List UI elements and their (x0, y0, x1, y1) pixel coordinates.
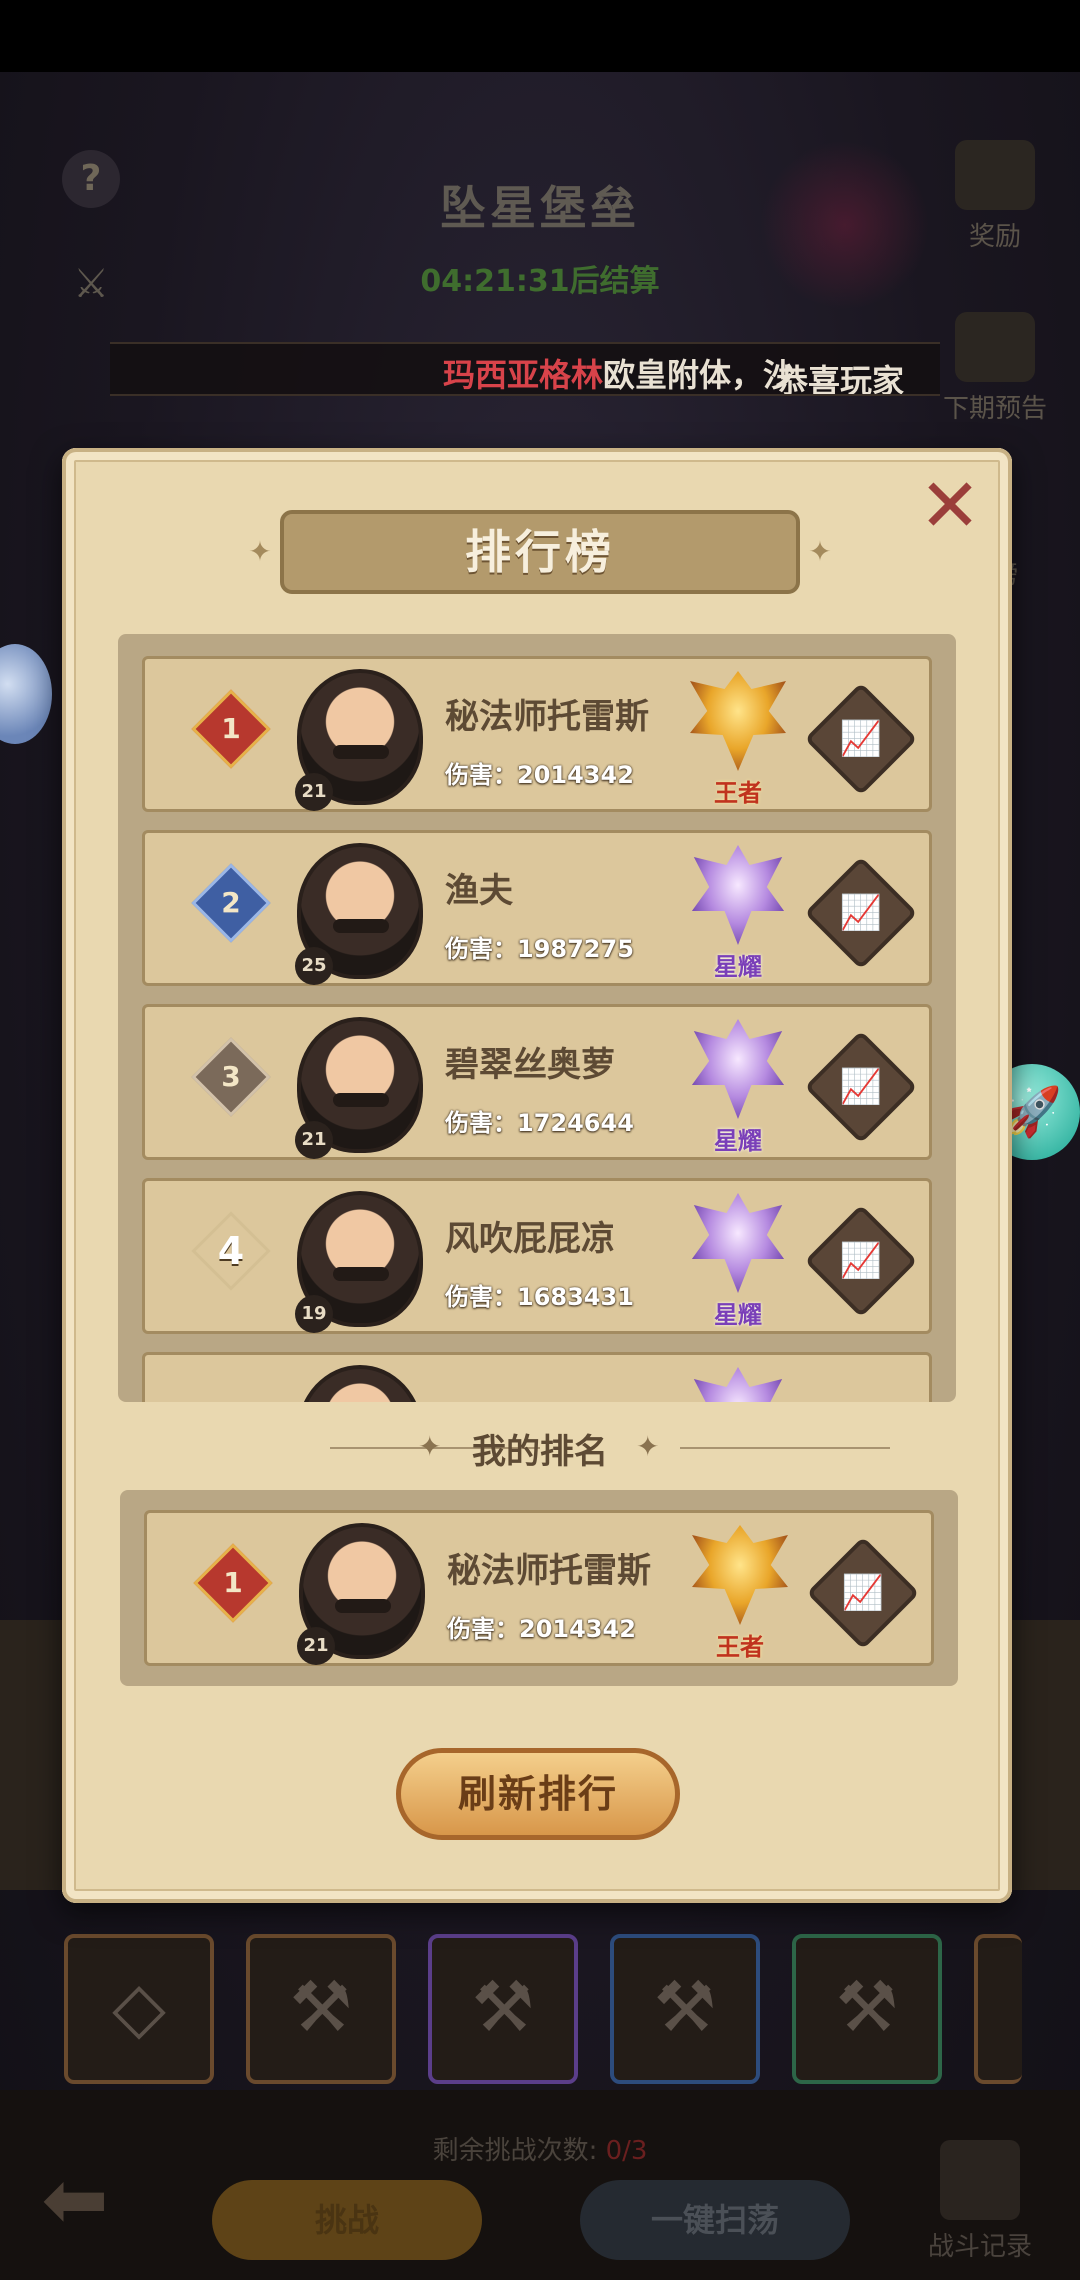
scroll-icon (955, 312, 1035, 382)
sweep-button[interactable]: 一键扫荡 (580, 2180, 850, 2260)
my-rank-row[interactable]: 1 21 秘法师托雷斯 伤害：2014342 王者 📈 (144, 1510, 934, 1666)
ornament-star-right: ✦ (636, 1430, 660, 1463)
avatar-mustache (333, 745, 389, 759)
divider-right (680, 1447, 890, 1449)
item-slot-axe-1[interactable]: ⚒ (246, 1934, 396, 2084)
chart-trend-icon: 📈 (839, 1241, 883, 1281)
next-preview-label: 下期预告 (942, 394, 1047, 424)
status-bar (0, 0, 1080, 72)
remaining-value: 0/3 (605, 2136, 648, 2166)
player-damage: 伤害：2014342 (447, 1615, 636, 1643)
ranking-list[interactable]: 1 21 秘法师托雷斯 伤害：2014342 王者 📈 2 25 渔夫 伤害：1… (118, 634, 956, 1402)
announcement-marquee: 恭喜玩家 玛西亚格林欧皇附体，沙 (110, 342, 940, 396)
player-level: 21 (295, 1121, 333, 1159)
ribbon-ornament-left: ✦ (248, 535, 272, 568)
player-level: 21 (297, 1627, 335, 1665)
avatar-mustache (333, 1267, 389, 1281)
battle-log-button[interactable]: 战斗记录 (910, 2140, 1050, 2263)
chart-trend-icon: 📈 (839, 1067, 883, 1107)
axe-icon: ⚒ (289, 1966, 353, 2048)
item-slot-partial[interactable] (974, 1934, 1022, 2084)
next-preview-button[interactable]: 下期预告 (940, 312, 1050, 425)
player-name: 碧翠丝奥萝 (445, 1045, 615, 1085)
ribbon-ornament-right: ✦ (808, 535, 832, 568)
ranking-row[interactable]: 3 21 碧翠丝奥萝 伤害：1724644 星耀 📈 (142, 1004, 932, 1160)
tier-emblem-icon (692, 1525, 788, 1625)
chart-trend-icon: 📈 (839, 893, 883, 933)
rank-number: 1 (223, 1566, 243, 1599)
player-damage: 伤害：2014342 (445, 761, 634, 789)
item-slot-axe-3[interactable]: ⚒ (610, 1934, 760, 2084)
player-name: 风吹屁屁凉 (445, 1219, 615, 1259)
ranking-row-partial[interactable] (142, 1352, 932, 1402)
avatar-mustache (333, 1093, 389, 1107)
tier-emblem-icon (691, 1019, 785, 1119)
tier-emblem-icon (691, 845, 785, 945)
axe-icon: ⚒ (835, 1966, 899, 2048)
player-name: 秘法师托雷斯 (445, 697, 649, 737)
rank-number: 1 (221, 712, 241, 745)
marquee-player-name: 玛西亚格林 (443, 356, 604, 394)
refresh-ranking-button[interactable]: 刷新排行 (396, 1748, 680, 1840)
marquee-text: 恭喜玩家 玛西亚格林欧皇附体，沙 (443, 356, 905, 396)
player-level: 25 (295, 947, 333, 985)
back-arrow-icon[interactable]: ⬅ (10, 2150, 140, 2250)
tier-label: 星耀 (714, 1127, 762, 1155)
reward-button[interactable]: 奖励 (940, 140, 1050, 253)
player-level: 21 (295, 773, 333, 811)
tier-label: 星耀 (714, 1301, 762, 1329)
player-damage: 伤害：1724644 (445, 1109, 634, 1137)
reward-label: 奖励 (968, 222, 1021, 252)
item-slot-diamond[interactable]: ◇ (64, 1934, 214, 2084)
tier-label: 王者 (716, 1633, 764, 1661)
tier-label: 星耀 (714, 953, 762, 981)
player-damage: 伤害：1987275 (445, 935, 634, 963)
ranking-row[interactable]: 1 21 秘法师托雷斯 伤害：2014342 王者 📈 (142, 656, 932, 812)
stage-title: 坠星堡垒 (440, 181, 640, 235)
diamond-icon: ◇ (112, 1966, 166, 2048)
axe-icon: ⚒ (653, 1966, 717, 2048)
rank-number: 4 (217, 1229, 245, 1273)
player-name: 秘法师托雷斯 (447, 1551, 651, 1591)
avatar-mustache (333, 919, 389, 933)
player-name: 渔夫 (445, 871, 513, 911)
chest-icon (955, 140, 1035, 210)
tier-emblem-icon (691, 1193, 785, 1293)
ranking-row[interactable]: 2 25 渔夫 伤害：1987275 星耀 📈 (142, 830, 932, 986)
chart-trend-icon: 📈 (839, 719, 883, 759)
log-icon (940, 2140, 1020, 2220)
tier-emblem-icon (691, 1367, 785, 1402)
ranking-row[interactable]: 4 19 风吹屁屁凉 伤害：1683431 星耀 📈 (142, 1178, 932, 1334)
close-icon[interactable]: ✕ (912, 468, 988, 544)
my-rank-title: 我的排名 (472, 1432, 608, 1472)
item-slot-axe-4[interactable]: ⚒ (792, 1934, 942, 2084)
player-level: 19 (295, 1295, 333, 1333)
panel-title: 排行榜 (465, 525, 615, 579)
my-rank-box: 1 21 秘法师托雷斯 伤害：2014342 王者 📈 (120, 1490, 958, 1686)
avatar-mustache (335, 1599, 391, 1613)
avatar (297, 1365, 423, 1402)
chart-trend-icon: 📈 (841, 1573, 885, 1613)
tier-emblem-icon (690, 671, 786, 771)
axe-icon: ⚒ (471, 1966, 535, 2048)
battle-log-label: 战斗记录 (927, 2232, 1032, 2262)
rank-number: 2 (221, 886, 241, 919)
tier-label: 王者 (714, 779, 762, 807)
item-slot-axe-2[interactable]: ⚒ (428, 1934, 578, 2084)
rank-number: 3 (221, 1060, 241, 1093)
player-damage: 伤害：1683431 (445, 1283, 634, 1311)
challenge-button[interactable]: 挑战 (212, 2180, 482, 2260)
settlement-timer: 04:21:31后结算 (420, 264, 660, 299)
